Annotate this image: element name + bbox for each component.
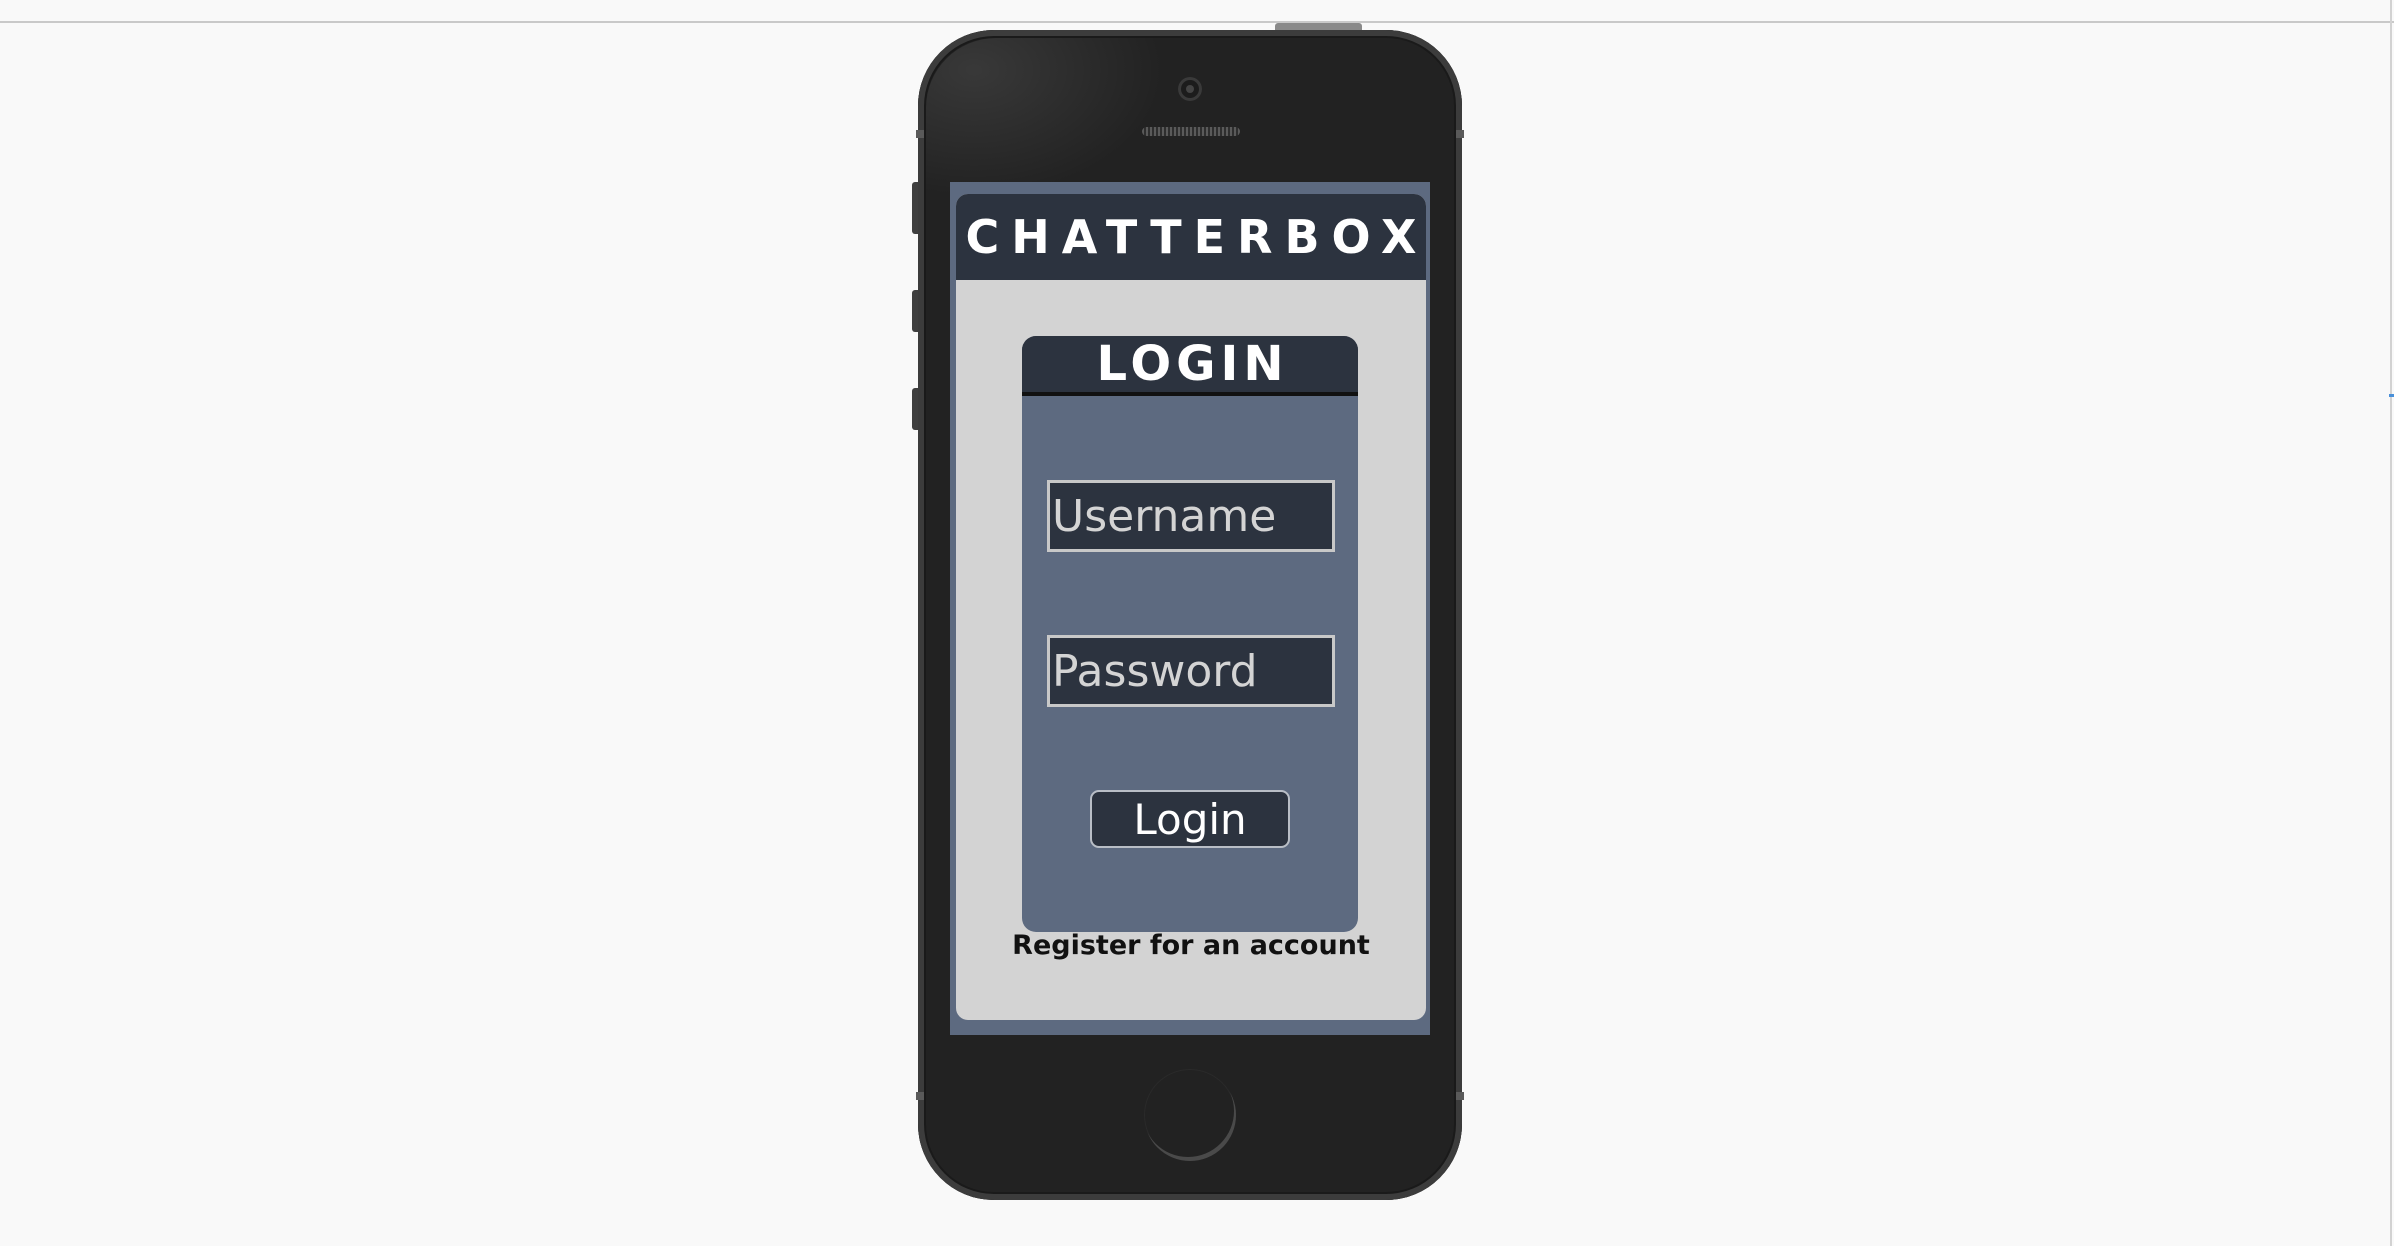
login-header: LOGIN bbox=[1022, 336, 1358, 396]
phone-gloss bbox=[926, 38, 1166, 198]
phone-edge-notch bbox=[1456, 130, 1464, 138]
login-panel: LOGIN Login bbox=[1022, 336, 1358, 932]
scroll-indicator bbox=[2389, 394, 2394, 397]
username-input[interactable] bbox=[1047, 480, 1335, 552]
scrollbar-track[interactable] bbox=[2390, 0, 2392, 1246]
register-link[interactable]: Register for an account bbox=[956, 930, 1426, 961]
password-input[interactable] bbox=[1047, 635, 1335, 707]
phone-edge-notch bbox=[916, 1092, 924, 1100]
phone-edge-notch bbox=[1456, 1092, 1464, 1100]
app-header: CHATTERBOX bbox=[956, 194, 1426, 280]
app-title: CHATTERBOX bbox=[965, 210, 1426, 264]
camera-icon bbox=[1178, 77, 1202, 101]
browser-top-divider bbox=[0, 21, 2394, 23]
login-title: LOGIN bbox=[1096, 336, 1289, 392]
phone-edge-notch bbox=[916, 130, 924, 138]
home-button-icon bbox=[1144, 1069, 1236, 1161]
login-button[interactable]: Login bbox=[1090, 790, 1290, 848]
speaker-grille-icon bbox=[1142, 127, 1240, 136]
